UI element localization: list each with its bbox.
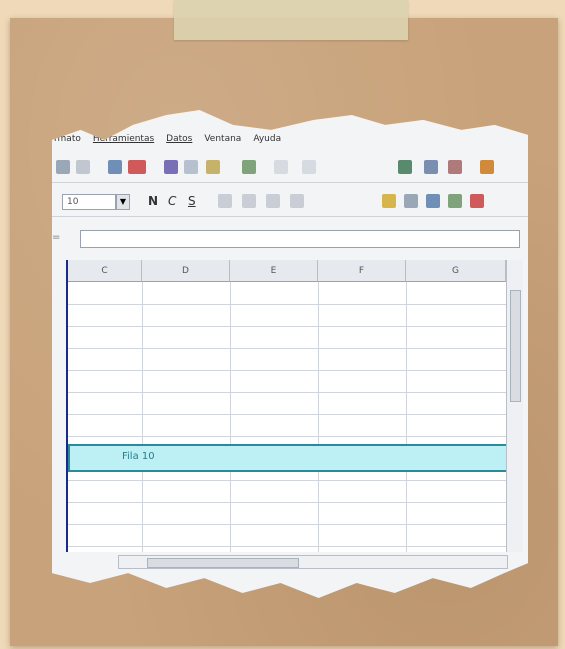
grid-divider — [68, 524, 506, 525]
formatting-toolbar: 10 ▼ N C S — [52, 188, 528, 217]
indent-icon[interactable] — [448, 194, 462, 208]
vertical-scrollbar[interactable] — [506, 260, 523, 552]
column-header-e[interactable]: E — [230, 260, 318, 282]
redo-icon[interactable] — [302, 160, 316, 174]
menu-item-window[interactable]: Ventana — [204, 134, 241, 144]
copy-icon[interactable] — [184, 160, 198, 174]
spreadsheet-grid[interactable]: C D E F G Fila 10 — [66, 260, 523, 552]
grid-divider — [230, 282, 231, 552]
bold-button[interactable]: N — [148, 194, 158, 208]
print-preview-icon[interactable] — [76, 160, 90, 174]
hyperlink-icon[interactable] — [398, 160, 412, 174]
clone-format-icon[interactable] — [242, 160, 256, 174]
decimal-icon[interactable] — [426, 194, 440, 208]
cut-icon[interactable] — [164, 160, 178, 174]
grid-divider — [68, 546, 506, 547]
vertical-scroll-thumb[interactable] — [510, 290, 521, 402]
chart-icon[interactable] — [480, 160, 494, 174]
grid-divider — [68, 326, 506, 327]
undo-icon[interactable] — [274, 160, 288, 174]
grid-divider — [68, 370, 506, 371]
formula-input[interactable] — [80, 230, 520, 248]
torn-screenshot-paper: rmato Herramientas Datos Ventana Ayuda 1… — [52, 109, 528, 598]
align-left-icon[interactable] — [218, 194, 232, 208]
percent-icon[interactable] — [404, 194, 418, 208]
masking-tape — [174, 0, 408, 40]
grid-divider — [68, 414, 506, 415]
chevron-down-icon[interactable]: ▼ — [116, 194, 130, 210]
align-right-icon[interactable] — [266, 194, 280, 208]
horizontal-scroll-thumb[interactable] — [147, 558, 299, 568]
italic-button[interactable]: C — [168, 194, 176, 208]
column-header-c[interactable]: C — [68, 260, 142, 282]
autospellcheck-icon[interactable] — [128, 160, 146, 174]
column-header-f[interactable]: F — [318, 260, 406, 282]
grid-divider — [142, 282, 143, 552]
column-header-g[interactable]: G — [406, 260, 506, 282]
sort-ascending-icon[interactable] — [424, 160, 438, 174]
grid-divider — [68, 348, 506, 349]
sort-descending-icon[interactable] — [448, 160, 462, 174]
grid-divider — [68, 392, 506, 393]
font-size-field[interactable]: 10 — [62, 194, 116, 210]
highlighted-row[interactable]: Fila 10 — [68, 444, 522, 472]
highlighted-cell-text: Fila 10 — [122, 451, 155, 462]
grid-divider — [68, 480, 506, 481]
spellcheck-icon[interactable] — [108, 160, 122, 174]
formula-bar: = — [52, 230, 528, 250]
menu-item-help[interactable]: Ayuda — [253, 134, 281, 144]
grid-divider — [68, 436, 506, 437]
grid-divider — [68, 304, 506, 305]
standard-toolbar — [52, 154, 528, 183]
horizontal-scrollbar[interactable] — [118, 555, 508, 569]
align-center-icon[interactable] — [242, 194, 256, 208]
grid-divider — [318, 282, 319, 552]
print-icon[interactable] — [56, 160, 70, 174]
column-header-d[interactable]: D — [142, 260, 230, 282]
grid-divider — [68, 502, 506, 503]
justify-icon[interactable] — [290, 194, 304, 208]
underline-button[interactable]: S — [188, 194, 196, 208]
menu-bar: rmato Herramientas Datos Ventana Ayuda — [52, 130, 528, 148]
grid-divider — [406, 282, 407, 552]
menu-item-data[interactable]: Datos — [166, 134, 192, 144]
currency-icon[interactable] — [382, 194, 396, 208]
formula-label: = — [52, 232, 61, 243]
paste-icon[interactable] — [206, 160, 220, 174]
borders-icon[interactable] — [470, 194, 484, 208]
